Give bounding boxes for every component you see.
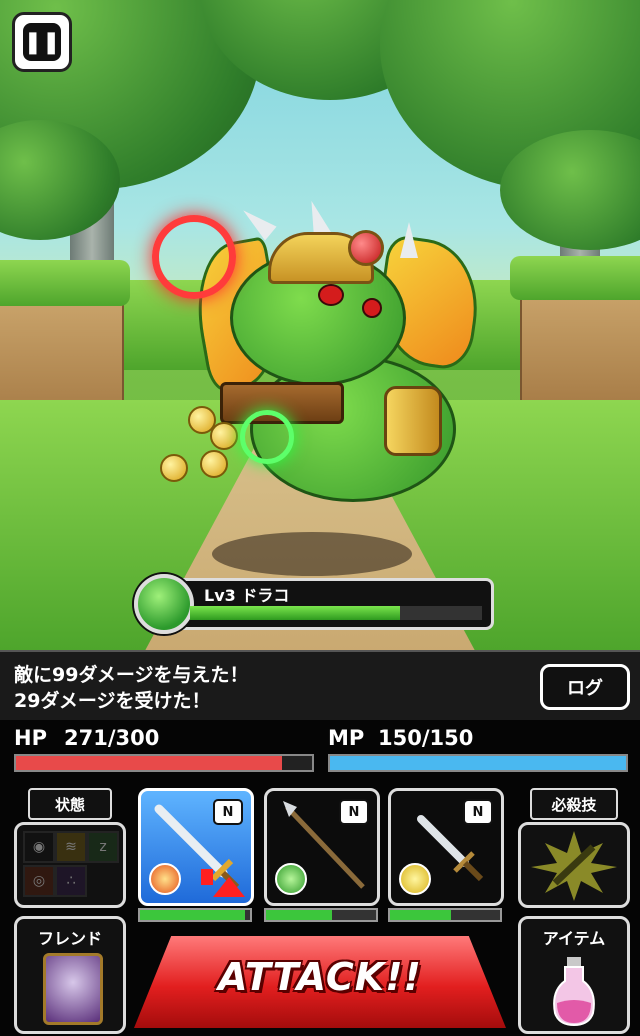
- status-button[interactable]: ◉ ≋ z ◎ ∴: [14, 822, 126, 908]
- attack-button-label[interactable]: ATTACK!!: [134, 942, 506, 1012]
- right-cliff: [520, 290, 640, 414]
- battle-message-line: 29ダメージを受けた！: [14, 690, 211, 712]
- enemy-hp-fill: [190, 606, 401, 620]
- player-mp-bar: [328, 754, 628, 772]
- weak-point-reticle-icon: [240, 410, 294, 464]
- item-button[interactable]: アイテム: [518, 916, 630, 1034]
- item-label: アイテム: [542, 929, 606, 948]
- fire-element-icon: [149, 863, 181, 895]
- player-mp-fill: [330, 756, 626, 770]
- wind-element-icon: [134, 574, 194, 634]
- enemy-hp-bar: [190, 606, 482, 620]
- dragon-eye: [318, 284, 344, 306]
- friend-avatar: [43, 953, 103, 1025]
- special-skill-button[interactable]: [518, 822, 630, 908]
- pause-button[interactable]: ❚❚: [12, 12, 72, 72]
- weapon-gauge-fill: [390, 910, 451, 920]
- player-hp-bar: [14, 754, 314, 772]
- weapon-gauge-fill: [140, 910, 245, 920]
- friend-button[interactable]: フレンド: [14, 916, 126, 1034]
- battle-message-line: 敵に99ダメージを与えた！: [14, 664, 249, 686]
- dragon-eye: [362, 298, 382, 318]
- enemy-status-bar: [150, 578, 494, 630]
- coin-icon: [200, 450, 228, 478]
- weapon-gauge: [388, 908, 502, 922]
- weapon-slot-spear[interactable]: N: [264, 788, 380, 906]
- dragon-horn: [237, 203, 277, 241]
- paralysis-status-icon: ≋: [55, 831, 87, 863]
- battle-screen: ❚❚ Lv3 ドラコ 敵に99ダメージを与えた！ 29ダメージを受けた！ ログ …: [0, 0, 640, 1036]
- enemy-shadow: [212, 532, 412, 576]
- cliff-grass: [0, 260, 130, 306]
- weapon-slot-dagger[interactable]: N: [388, 788, 504, 906]
- light-element-icon: [399, 863, 431, 895]
- wind-element-icon: [275, 863, 307, 895]
- weapon-gauge: [138, 908, 252, 922]
- hp-value: 271/300: [64, 726, 160, 750]
- mp-label: MP: [328, 726, 365, 750]
- weapon-gauge: [264, 908, 378, 922]
- hp-label: HP: [14, 726, 47, 750]
- weapon-slot-sword[interactable]: N: [138, 788, 254, 906]
- eye-status-icon: ◉: [23, 831, 55, 863]
- target-reticle-icon: [152, 215, 236, 299]
- enemy-name: Lv3 ドラコ: [204, 586, 290, 605]
- dragon-bracelet: [384, 386, 442, 456]
- weapon-gauge-fill: [266, 910, 332, 920]
- friend-label: フレンド: [37, 929, 102, 948]
- crown-gem: [348, 230, 384, 266]
- sleep-status-icon: z: [87, 831, 119, 863]
- pause-icon: ❚❚: [23, 23, 61, 61]
- special-sword-burst-icon: [531, 831, 617, 901]
- dragon-horn: [400, 222, 418, 258]
- potion-icon: [553, 957, 595, 1027]
- player-hp-fill: [16, 756, 283, 770]
- battle-scene: [0, 0, 640, 650]
- poison-status-icon: ∴: [55, 865, 87, 897]
- coin-icon: [210, 422, 238, 450]
- mp-value: 150/150: [378, 726, 474, 750]
- power-up-arrow-icon: [201, 869, 245, 897]
- coin-icon: [160, 454, 188, 482]
- confuse-status-icon: ◎: [23, 865, 55, 897]
- cliff-grass: [510, 256, 640, 300]
- status-label: 状態: [28, 788, 112, 820]
- special-label: 必殺技: [530, 788, 618, 820]
- log-button[interactable]: ログ: [540, 664, 630, 710]
